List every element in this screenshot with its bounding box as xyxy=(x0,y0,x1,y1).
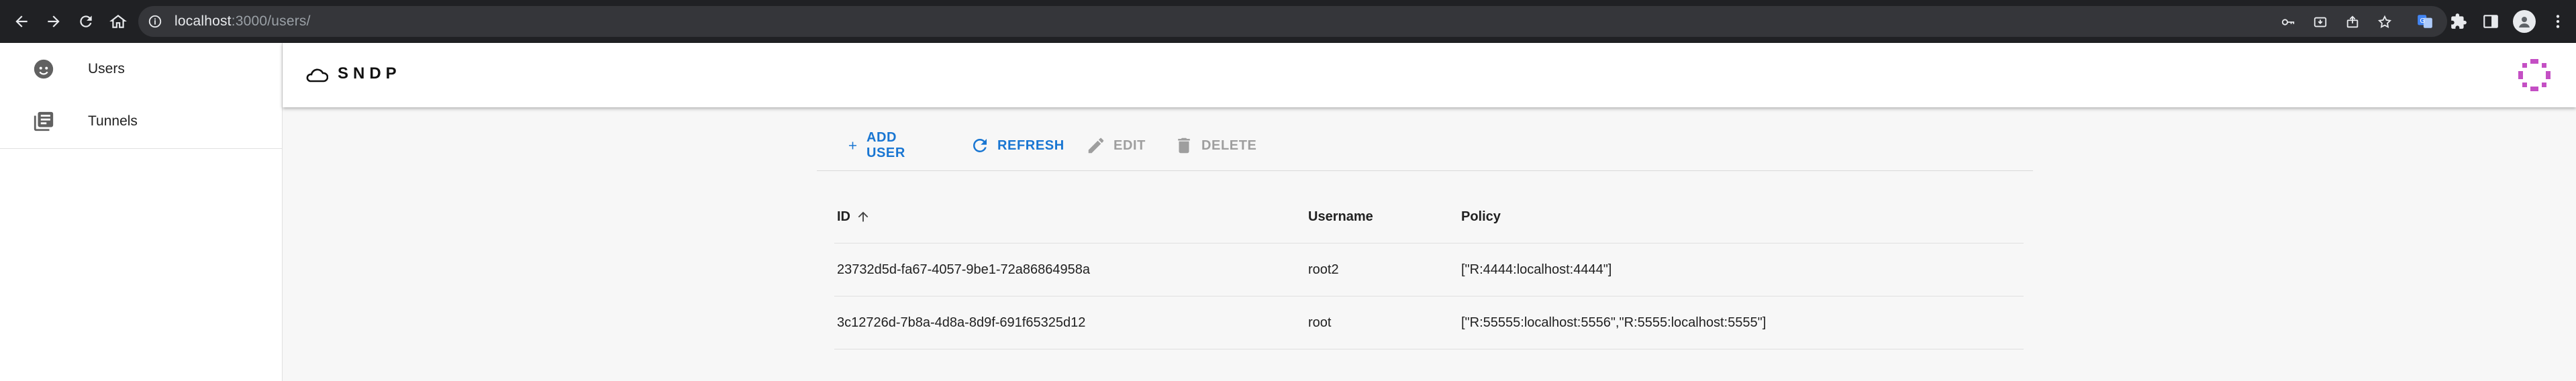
arrow-right-icon xyxy=(48,15,60,28)
cloud-icon xyxy=(306,68,328,83)
url-text: localhost:3000/users/ xyxy=(175,13,311,29)
translate-extension-icon[interactable]: G xyxy=(2415,11,2435,32)
sort-ascending-icon[interactable] xyxy=(856,209,871,224)
cell-id: 3c12726d-7b8a-4d8a-8d9f-691f65325d12 xyxy=(837,315,1086,330)
library-books-icon xyxy=(34,111,54,131)
table-row[interactable]: 3c12726d-7b8a-4d8a-8d9f-691f65325d12 roo… xyxy=(834,296,2024,349)
sidebar-item-label: Tunnels xyxy=(88,113,138,129)
home-icon xyxy=(109,14,127,28)
sidebar-divider xyxy=(0,148,282,149)
reload-button[interactable] xyxy=(72,8,99,35)
add-user-button[interactable]: ADD USER xyxy=(846,129,913,162)
face-icon xyxy=(34,59,54,79)
column-header-policy[interactable]: Policy xyxy=(1461,190,1501,243)
person-icon xyxy=(2519,17,2530,28)
app-bar: SNDP xyxy=(283,43,2576,107)
table-row[interactable]: 23732d5d-fa67-4057-9be1-72a86864958a roo… xyxy=(834,243,2024,296)
cell-id: 23732d5d-fa67-4057-9be1-72a86864958a xyxy=(837,262,1091,277)
address-bar[interactable]: localhost:3000/users/ xyxy=(138,6,2447,37)
pencil-icon xyxy=(1088,138,1104,154)
edit-button[interactable]: EDIT xyxy=(1086,129,1146,162)
cell-policy: ["R:55555:localhost:5556","R:5555:localh… xyxy=(1461,315,1767,330)
plus-icon xyxy=(848,142,857,150)
puzzle-extensions-icon[interactable] xyxy=(2448,11,2469,32)
cell-policy: ["R:4444:localhost:4444"] xyxy=(1461,262,1612,277)
user-avatar-icon[interactable] xyxy=(2516,56,2553,94)
browser-menu-button[interactable] xyxy=(2548,11,2568,32)
cell-username: root xyxy=(1308,315,1332,330)
arrow-left-icon xyxy=(15,15,28,28)
back-button[interactable] xyxy=(8,8,35,35)
share-icon[interactable] xyxy=(2345,15,2360,30)
column-header-username[interactable]: Username xyxy=(1308,190,1373,243)
sidebar: Users Tunnels xyxy=(0,43,283,381)
profile-avatar[interactable] xyxy=(2513,10,2536,33)
info-icon[interactable] xyxy=(148,14,162,29)
sidebar-item-users[interactable]: Users xyxy=(0,43,282,95)
cell-username: root2 xyxy=(1308,262,1339,277)
sidebar-item-label: Users xyxy=(88,61,125,76)
install-app-icon[interactable] xyxy=(2313,15,2328,30)
reload-icon xyxy=(80,15,92,28)
refresh-icon xyxy=(973,139,987,152)
browser-chrome: localhost:3000/users/ G xyxy=(0,0,2576,43)
forward-button[interactable] xyxy=(40,8,67,35)
side-panel-icon[interactable] xyxy=(2481,11,2501,32)
main-content: ADD USER REFRESH EDIT DELETE ID Username… xyxy=(283,107,2576,381)
sidebar-item-tunnels[interactable]: Tunnels xyxy=(0,95,282,148)
toolbar-divider xyxy=(817,170,2033,171)
delete-button[interactable]: DELETE xyxy=(1174,129,1257,162)
refresh-button[interactable]: REFRESH xyxy=(970,129,1064,162)
key-icon[interactable] xyxy=(2281,15,2295,30)
table-header-row: ID Username Policy xyxy=(834,190,2024,243)
more-vertical-icon xyxy=(2556,15,2560,28)
star-icon[interactable] xyxy=(2377,15,2392,30)
trash-icon xyxy=(1178,138,1190,154)
svg-text:G: G xyxy=(2420,17,2425,25)
column-header-id[interactable]: ID xyxy=(837,190,871,243)
app-brand: SNDP xyxy=(338,64,401,83)
home-button[interactable] xyxy=(105,8,132,35)
